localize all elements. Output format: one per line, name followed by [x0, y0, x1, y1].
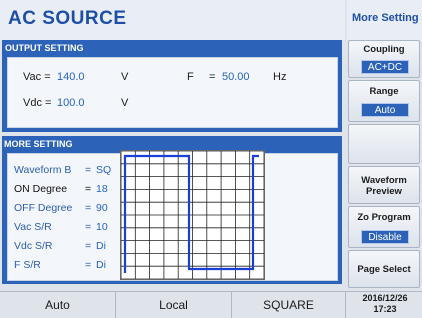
- frequency-unit: Hz: [273, 71, 287, 83]
- status-datetime: 2016/12/26 17:23: [348, 293, 422, 315]
- coupling-label: Coupling: [363, 44, 405, 55]
- waveform-preview-plot: [120, 150, 265, 280]
- page-select-button[interactable]: Page Select: [348, 250, 420, 288]
- waveform-preview-popup: [120, 150, 265, 280]
- vac-slew-rate-label[interactable]: Vac S/R: [14, 221, 52, 233]
- vdc-value[interactable]: 100.0: [57, 97, 85, 109]
- status-mode: Auto: [0, 292, 116, 318]
- preview-grid: [120, 150, 265, 280]
- vdc-unit: V: [121, 97, 129, 109]
- page-select-label: Page Select: [357, 264, 411, 275]
- waveform-preview-label-line1: Waveform: [361, 175, 407, 186]
- zo-program-button[interactable]: Zo Program Disable: [348, 206, 420, 248]
- range-value: Auto: [361, 103, 409, 117]
- square-wave-trace: [123, 154, 259, 273]
- page-title: AC SOURCE: [8, 8, 127, 29]
- f-slew-rate-value[interactable]: Di: [96, 259, 106, 271]
- off-degree-equals: =: [85, 202, 92, 214]
- waveform-b-label[interactable]: Waveform B: [14, 164, 71, 176]
- zo-program-label: Zo Program: [357, 212, 411, 223]
- on-degree-equals: =: [85, 183, 92, 195]
- coupling-button[interactable]: Coupling AC+DC: [348, 40, 420, 78]
- vdc-slew-rate-equals: =: [85, 240, 92, 252]
- waveform-b-value[interactable]: SQ: [96, 164, 111, 176]
- range-button[interactable]: Range Auto: [348, 80, 420, 122]
- vdc-slew-rate-label[interactable]: Vdc S/R: [14, 240, 53, 252]
- vdc-label: Vdc =: [23, 97, 52, 109]
- waveform-b-equals: =: [85, 164, 92, 176]
- vdc-slew-rate-value[interactable]: Di: [96, 240, 106, 252]
- status-date: 2016/12/26: [362, 293, 408, 303]
- on-degree-label[interactable]: ON Degree: [14, 183, 67, 195]
- f-slew-rate-equals: =: [85, 259, 92, 271]
- off-degree-value[interactable]: 90: [96, 202, 108, 214]
- frequency-equals: =: [209, 71, 216, 83]
- zo-program-value: Disable: [361, 230, 409, 244]
- coupling-value: AC+DC: [361, 60, 409, 74]
- vac-value[interactable]: 140.0: [57, 71, 85, 83]
- f-slew-rate-label[interactable]: F S/R: [14, 259, 41, 271]
- status-control: Local: [116, 292, 232, 318]
- vac-unit: V: [121, 71, 129, 83]
- waveform-preview-button[interactable]: Waveform Preview: [348, 166, 420, 204]
- off-degree-label[interactable]: OFF Degree: [14, 202, 72, 214]
- blank-soft-key[interactable]: [348, 124, 420, 164]
- waveform-preview-label-line2: Preview: [366, 186, 402, 197]
- output-setting-header: OUTPUT SETTING: [5, 43, 84, 53]
- frequency-value[interactable]: 50.00: [222, 71, 250, 83]
- vac-slew-rate-equals: =: [85, 221, 92, 233]
- output-setting-body: [7, 57, 338, 128]
- status-time: 17:23: [373, 304, 397, 314]
- side-panel-title: More Setting: [347, 0, 422, 40]
- frequency-label: F: [187, 71, 194, 83]
- vac-slew-rate-value[interactable]: 10: [96, 221, 108, 233]
- on-degree-value[interactable]: 18: [96, 183, 108, 195]
- vac-label: Vac =: [23, 71, 51, 83]
- status-waveform: SQUARE: [232, 292, 346, 318]
- range-label: Range: [369, 86, 399, 97]
